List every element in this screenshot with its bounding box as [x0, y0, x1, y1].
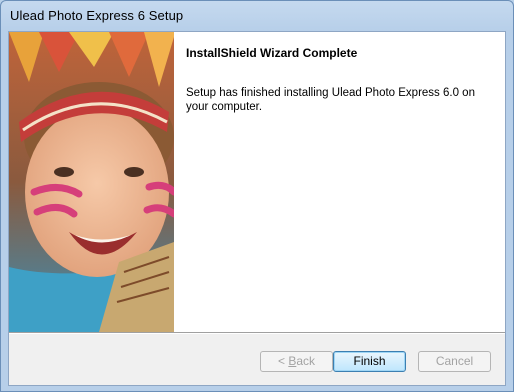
- button-divider: [9, 332, 505, 334]
- completion-message: Setup has finished installing Ulead Phot…: [186, 87, 475, 113]
- setup-dialog: Ulead Photo Express 6 Setup InstallShiel…: [0, 0, 514, 392]
- window-title: Ulead Photo Express 6 Setup: [10, 8, 184, 23]
- page-heading: InstallShield Wizard Complete: [186, 46, 358, 60]
- finish-button[interactable]: Finish: [333, 351, 406, 372]
- wizard-side-image: [9, 32, 174, 332]
- back-label-rest: ack: [296, 354, 316, 368]
- child-portrait-image: [9, 32, 174, 332]
- back-button[interactable]: < Back: [260, 351, 333, 372]
- cancel-button[interactable]: Cancel: [418, 351, 491, 372]
- wizard-content-panel: InstallShield Wizard Complete Setup has …: [174, 32, 505, 332]
- dialog-client-area: InstallShield Wizard Complete Setup has …: [8, 31, 506, 386]
- title-bar[interactable]: Ulead Photo Express 6 Setup: [1, 1, 513, 31]
